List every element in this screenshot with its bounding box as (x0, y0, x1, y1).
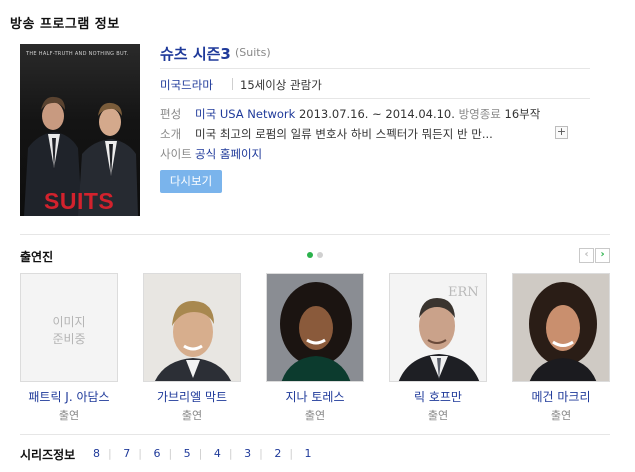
program-title[interactable]: 슈츠 시즌3 (160, 43, 231, 64)
genre-separator (232, 78, 233, 90)
section-divider (20, 234, 610, 235)
cast-role: 출연 (304, 409, 326, 422)
site-label: 사이트 (160, 147, 192, 161)
cast-card[interactable]: 메건 마크리 출연 (512, 273, 610, 423)
schedule-dates: 2013.07.16. ~ 2014.04.10. (298, 107, 455, 121)
no-image-text: 이미지 준비중 (52, 315, 86, 346)
cast-card[interactable]: 가브리엘 막트 출연 (143, 273, 241, 423)
season-link[interactable]: 3 (244, 447, 251, 460)
page-indicator-active[interactable] (307, 252, 313, 258)
cast-role: 출연 (427, 409, 449, 422)
cast-role: 출연 (58, 409, 80, 422)
cast-card[interactable]: ERN 릭 호프만 출연 (389, 273, 487, 423)
season-separator: | (168, 447, 173, 460)
page-title: 방송 프로그램 정보 (10, 17, 120, 32)
season-link[interactable]: 1 (305, 447, 312, 460)
cast-role: 출연 (550, 409, 572, 422)
cast-photo-image (267, 274, 363, 381)
series-section-title: 시리즈정보 (20, 448, 76, 462)
cast-photo (266, 273, 364, 382)
schedule-value: 미국 USA Network 2013.07.16. ~ 2014.04.10.… (195, 106, 540, 122)
season-separator: | (228, 447, 233, 460)
cast-name[interactable]: 릭 호프만 (389, 388, 487, 405)
cast-name[interactable]: 패트릭 J. 아담스 (20, 388, 118, 405)
poster-tagline: THE HALF-TRUTH AND NOTHING BUT. (26, 51, 129, 57)
program-poster[interactable]: THE HALF-TRUTH AND NOTHING BUT. SUITS (20, 44, 140, 216)
cast-next-button[interactable]: › (595, 248, 610, 263)
schedule-status: 방영종료 (458, 107, 501, 121)
intro-text: 미국 최고의 로펌의 일류 변호사 하비 스펙터가 뭐든지 반 만... (195, 127, 493, 141)
season-separator: | (138, 447, 142, 460)
cast-name[interactable]: 지나 토레스 (266, 388, 364, 405)
genre-divider (160, 98, 590, 99)
season-separator: | (289, 447, 294, 460)
cast-card[interactable]: 지나 토레스 출연 (266, 273, 364, 423)
season-link[interactable]: 5 (184, 447, 191, 460)
season-link[interactable]: 7 (123, 447, 130, 460)
cast-photo-image (144, 274, 240, 381)
title-divider (160, 68, 590, 69)
replay-button[interactable]: 다시보기 (160, 170, 222, 193)
cast-card[interactable]: 이미지 준비중 패트릭 J. 아담스 출연 (20, 273, 118, 423)
cast-photo (512, 273, 610, 382)
cast-photo-image: ERN (390, 274, 486, 381)
age-rating: 15세이상 관람가 (240, 78, 322, 92)
poster-logo: SUITS (44, 188, 115, 214)
cast-name[interactable]: 가브리엘 막트 (143, 388, 241, 405)
program-original-title: (Suits) (235, 46, 271, 59)
series-season-list: 8 | 7 | 6 | 5 | 4 | 3 | 2 | 1 (93, 447, 312, 460)
cast-prev-button[interactable]: ‹ (579, 248, 594, 263)
network-link[interactable]: 미국 USA Network (195, 107, 295, 121)
series-divider (20, 434, 610, 435)
season-separator: | (198, 447, 203, 460)
season-link[interactable]: 8 (93, 447, 100, 460)
schedule-label: 편성 (160, 107, 182, 121)
cast-section-title: 출연진 (20, 250, 54, 264)
season-link[interactable]: 6 (153, 447, 160, 460)
cast-photo: ERN (389, 273, 487, 382)
season-link[interactable]: 2 (274, 447, 281, 460)
cast-photo-image (513, 274, 609, 381)
svg-text:ERN: ERN (448, 285, 479, 300)
season-separator: | (108, 447, 112, 460)
page-indicator[interactable] (317, 252, 323, 258)
intro-label: 소개 (160, 127, 182, 141)
official-site-link[interactable]: 공식 홈페이지 (195, 146, 262, 162)
cast-name[interactable]: 메건 마크리 (512, 388, 610, 405)
genre-link[interactable]: 미국드라마 (160, 77, 213, 93)
cast-photo-placeholder: 이미지 준비중 (20, 273, 118, 382)
cast-role: 출연 (181, 409, 203, 422)
expand-intro-button[interactable]: + (555, 126, 568, 139)
season-link[interactable]: 4 (214, 447, 221, 460)
episode-count: 16부작 (504, 107, 541, 121)
cast-photo (143, 273, 241, 382)
season-separator: | (259, 447, 263, 460)
